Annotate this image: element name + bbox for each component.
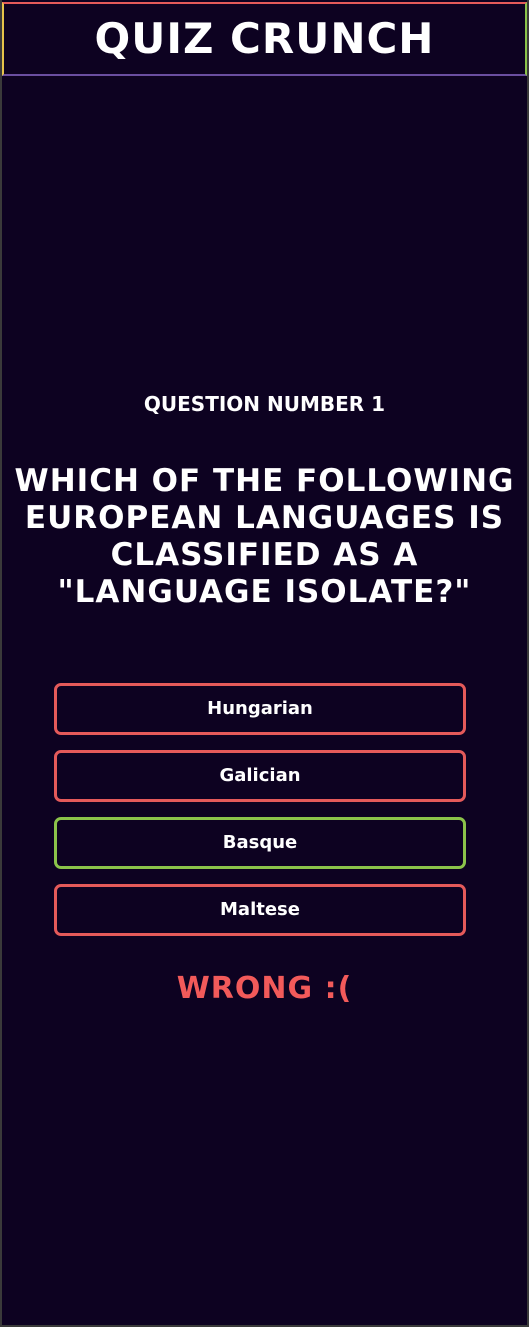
- answer-button-maltese[interactable]: Maltese: [54, 884, 466, 936]
- app-frame: Quiz Crunch Question Number 1 Which of t…: [2, 0, 527, 1325]
- answer-button-basque[interactable]: Basque: [54, 817, 466, 869]
- app-title: Quiz Crunch: [94, 14, 435, 63]
- question-text: Which of the following European language…: [14, 463, 515, 610]
- answer-button-galician[interactable]: Galician: [54, 750, 466, 802]
- question-number: Question Number 1: [143, 392, 386, 416]
- answer-button-hungarian[interactable]: Hungarian: [54, 683, 466, 735]
- app-header: Quiz Crunch: [2, 2, 527, 76]
- result-message: Wrong :(: [176, 971, 353, 1006]
- answer-list: Hungarian Galician Basque Maltese: [54, 683, 466, 951]
